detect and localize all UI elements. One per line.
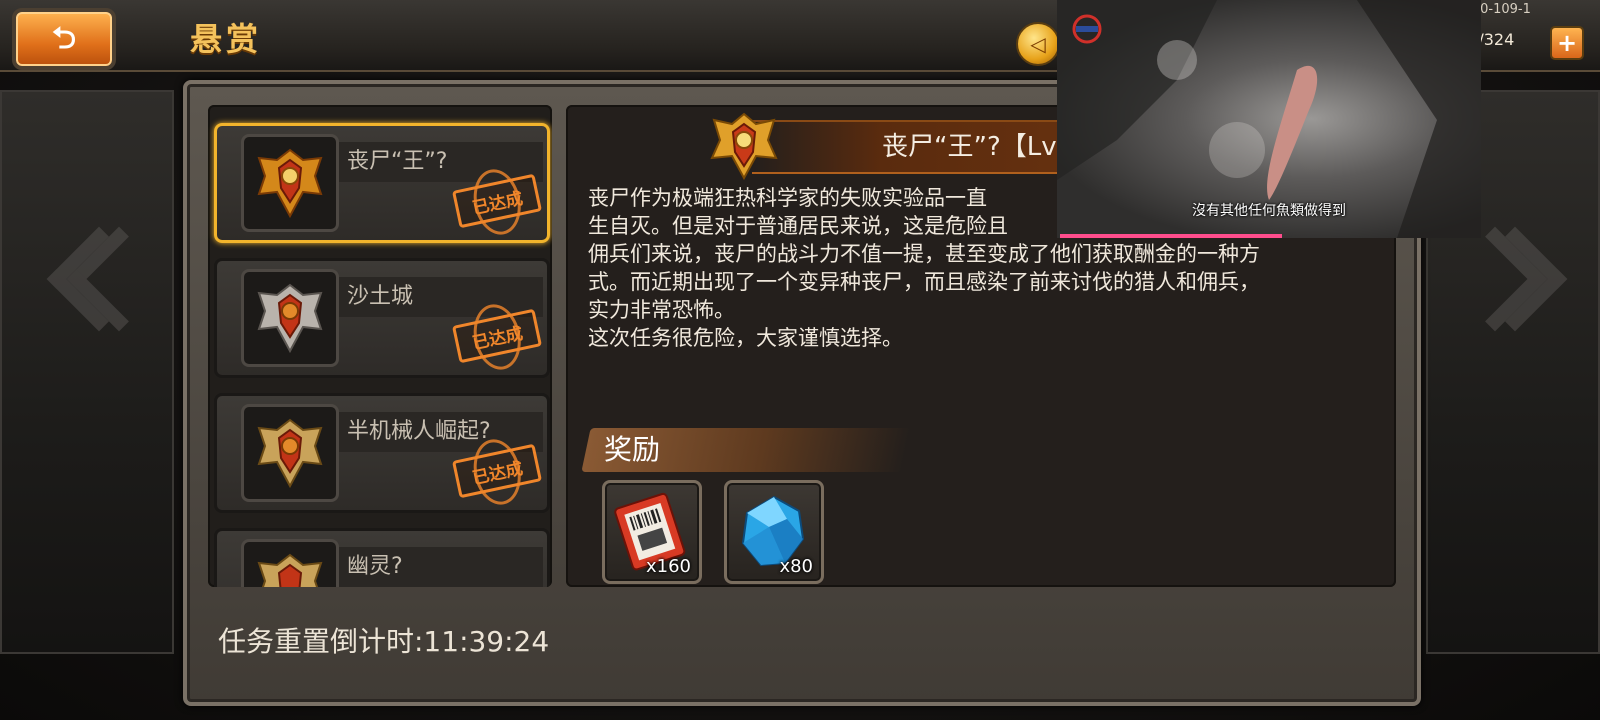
medal-badge-icon <box>241 404 339 502</box>
medal-badge-icon <box>241 269 339 367</box>
channel-logo-icon <box>1072 14 1102 48</box>
add-stamina-button[interactable]: + <box>1550 26 1584 60</box>
description-line: 实力非常恐怖。 <box>588 298 735 322</box>
medal-badge-icon <box>241 539 339 587</box>
description-line: 式。而近期出现了一个变异种丧尸，而且感染了前来讨伐的猎人和佣兵， <box>588 270 1260 294</box>
quest-title: 丧尸“王”?【Lv.1 <box>882 132 1080 162</box>
version-label: .0-109-1 <box>1476 2 1531 17</box>
quest-list[interactable]: 丧尸“王”? 已达成 沙土城 已达成 半机械人崛起? 已达成 幽灵? <box>208 105 552 587</box>
video-progress-bar[interactable] <box>1060 234 1282 238</box>
reward-slot[interactable]: x80 <box>724 480 824 584</box>
quest-name: 幽灵? <box>339 547 543 587</box>
quest-name: 半机械人崛起? <box>339 412 543 452</box>
video-subtitle: 沒有其他任何魚類做得到 <box>1192 203 1346 219</box>
quest-list-item[interactable]: 沙土城 已达成 <box>214 258 550 378</box>
quest-list-item[interactable]: 丧尸“王”? 已达成 <box>214 123 550 243</box>
coin-icon[interactable]: ◁ <box>1016 22 1060 66</box>
reward-slot[interactable]: x160 <box>602 480 702 584</box>
left-scenery-panel <box>0 90 174 654</box>
reward-quantity: x160 <box>645 556 691 577</box>
description-line: 佣兵们来说，丧尸的战斗力不值一提，甚至变成了他们获取酬金的一种方 <box>588 242 1260 266</box>
reward-heading: 奖励 <box>604 433 661 466</box>
return-arrow-icon: ⮌ <box>51 21 77 56</box>
reset-countdown: 任务重置倒计时:11:39:24 <box>218 625 550 658</box>
quest-name: 沙土城 <box>339 277 543 317</box>
description-line: 这次任务很危险，大家谨慎选择。 <box>588 326 903 350</box>
quest-list-item[interactable]: 半机械人崛起? 已达成 <box>214 393 550 513</box>
medal-badge-icon <box>241 134 339 232</box>
reward-quantity: x80 <box>779 556 813 577</box>
back-button[interactable]: ⮌ <box>12 8 116 70</box>
page-title: 悬赏 <box>190 20 263 58</box>
quest-name: 丧尸“王”? <box>339 142 543 182</box>
quest-list-item[interactable]: 幽灵? <box>214 528 550 587</box>
gold-medal-icon <box>708 112 780 184</box>
